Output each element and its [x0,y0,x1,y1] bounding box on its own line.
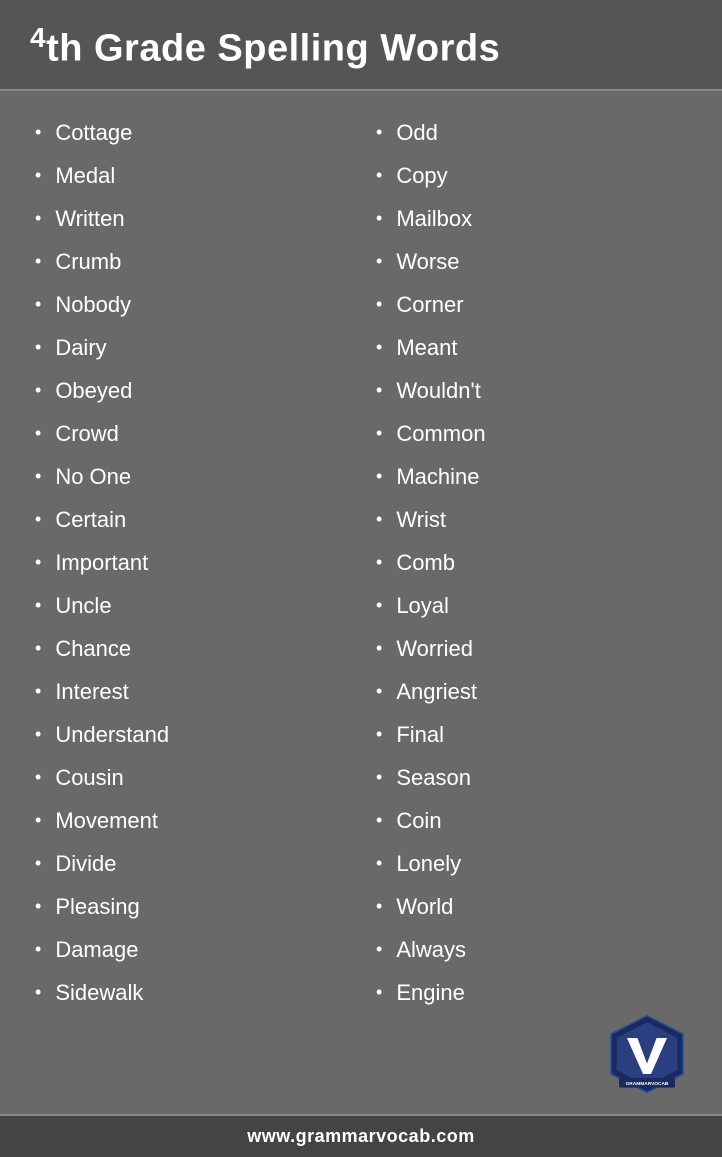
logo-container: GRAMMARVOCAB [607,1014,687,1094]
right-word-item: Worse [361,240,702,283]
left-word-item: Crumb [20,240,361,283]
left-word-item: Written [20,197,361,240]
grammarvocab-logo: GRAMMARVOCAB [607,1014,687,1094]
right-word-item: Engine [361,971,702,1014]
svg-text:GRAMMARVOCAB: GRAMMARVOCAB [626,1081,669,1087]
right-word-item: Lonely [361,842,702,885]
title-text: th Grade Spelling Words [46,28,500,70]
left-word-item: Uncle [20,584,361,627]
left-word-item: Sidewalk [20,971,361,1014]
right-word-item: World [361,885,702,928]
right-word-item: Wouldn't [361,369,702,412]
left-word-item: Interest [20,670,361,713]
right-word-item: Corner [361,283,702,326]
left-word-item: Cottage [20,111,361,154]
page-container: 4th Grade Spelling Words CottageMedalWri… [0,0,722,1157]
left-word-item: Important [20,541,361,584]
left-word-item: Divide [20,842,361,885]
page-header: 4th Grade Spelling Words [0,0,722,91]
word-columns: CottageMedalWrittenCrumbNobodyDairyObeye… [20,111,702,1014]
left-word-item: Understand [20,713,361,756]
right-word-item: Season [361,756,702,799]
right-word-item: Final [361,713,702,756]
left-word-item: Cousin [20,756,361,799]
left-word-item: Dairy [20,326,361,369]
right-word-item: Common [361,412,702,455]
left-word-item: Medal [20,154,361,197]
left-word-item: Movement [20,799,361,842]
right-word-item: Meant [361,326,702,369]
left-word-item: Crowd [20,412,361,455]
right-word-item: Machine [361,455,702,498]
page-title: 4th Grade Spelling Words [30,22,692,71]
left-word-item: Pleasing [20,885,361,928]
left-word-item: Chance [20,627,361,670]
word-list-content: CottageMedalWrittenCrumbNobodyDairyObeye… [0,91,722,1114]
page-footer: www.grammarvocab.com [0,1114,722,1157]
right-word-item: Mailbox [361,197,702,240]
right-word-item: Copy [361,154,702,197]
right-column: OddCopyMailboxWorseCornerMeantWouldn'tCo… [361,111,702,1014]
left-word-item: No One [20,455,361,498]
right-word-item: Wrist [361,498,702,541]
right-word-item: Odd [361,111,702,154]
left-word-item: Obeyed [20,369,361,412]
footer-url[interactable]: www.grammarvocab.com [247,1126,474,1146]
right-word-item: Loyal [361,584,702,627]
left-word-item: Nobody [20,283,361,326]
left-word-item: Certain [20,498,361,541]
left-column: CottageMedalWrittenCrumbNobodyDairyObeye… [20,111,361,1014]
title-superscript: 4 [30,22,46,53]
bottom-area: GRAMMARVOCAB [20,1014,702,1104]
left-word-item: Damage [20,928,361,971]
right-word-item: Comb [361,541,702,584]
right-word-item: Coin [361,799,702,842]
right-word-item: Worried [361,627,702,670]
right-word-item: Angriest [361,670,702,713]
right-word-item: Always [361,928,702,971]
